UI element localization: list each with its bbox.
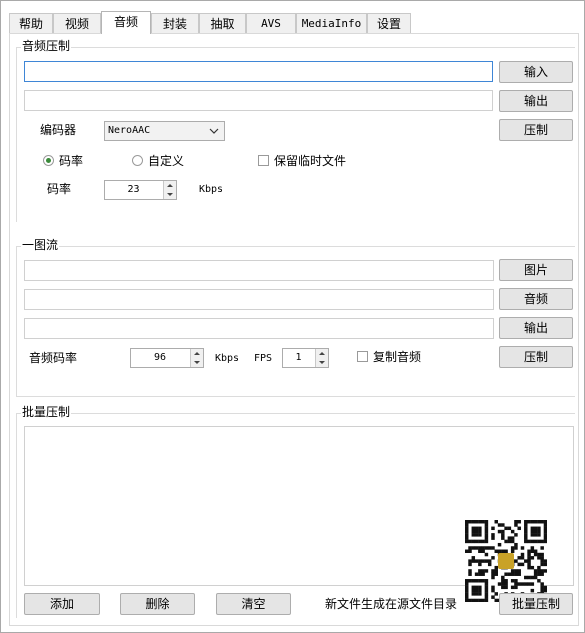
tab-avs[interactable]: AVS — [246, 13, 296, 33]
tab-audio[interactable]: 音频 — [101, 11, 151, 34]
group-border-left — [16, 47, 17, 222]
tab-settings[interactable]: 设置 — [367, 13, 411, 33]
tab-video[interactable]: 视频 — [53, 13, 101, 33]
copy-audio-label: 复制音频 — [373, 350, 422, 364]
spin-up-icon[interactable] — [315, 349, 328, 358]
bitrate-radio[interactable] — [43, 155, 54, 166]
bitrate-radio-label: 码率 — [59, 154, 84, 168]
group-border-top — [16, 47, 575, 48]
image-button[interactable]: 图片 — [499, 259, 573, 281]
group-border-top — [16, 413, 575, 414]
output-button[interactable]: 输出 — [499, 90, 573, 112]
audio-bitrate-value: 96 — [153, 352, 167, 363]
add-button[interactable]: 添加 — [24, 593, 100, 615]
spin-down-icon[interactable] — [163, 190, 176, 199]
audio-bitrate-unit: Kbps — [215, 353, 240, 364]
input-button[interactable]: 输入 — [499, 61, 573, 83]
output-button[interactable]: 输出 — [499, 317, 573, 339]
bitrate-value: 23 — [127, 184, 140, 195]
fps-value: 1 — [295, 352, 302, 363]
audio-button[interactable]: 音频 — [499, 288, 573, 310]
spin-down-icon[interactable] — [190, 358, 203, 367]
qr-code-icon — [465, 520, 548, 603]
output-path-field[interactable] — [24, 318, 494, 339]
group-title-audio-compress: 音频压制 — [21, 39, 72, 53]
encoder-label: 编码器 — [40, 123, 77, 137]
chevron-down-icon — [209, 128, 219, 134]
custom-radio-label: 自定义 — [148, 154, 185, 168]
audio-output-field[interactable] — [24, 90, 493, 111]
tab-bar: 帮助 视频 音频 封装 抽取 AVS MediaInfo 设置 — [9, 11, 579, 34]
tab-mux[interactable]: 封装 — [151, 13, 199, 33]
keep-temp-label: 保留临时文件 — [274, 154, 347, 168]
one-image-compress-button[interactable]: 压制 — [499, 346, 573, 368]
audio-bitrate-spinner[interactable]: 96 — [130, 348, 204, 368]
group-title-batch: 批量压制 — [21, 405, 72, 419]
audio-bitrate-label: 音频码率 — [29, 351, 78, 365]
group-border-left — [16, 246, 17, 396]
clear-button[interactable]: 清空 — [216, 593, 291, 615]
copy-audio-checkbox[interactable] — [357, 351, 368, 362]
bitrate-unit: Kbps — [199, 184, 224, 195]
audio-input-field[interactable] — [24, 61, 493, 82]
custom-radio[interactable] — [132, 155, 143, 166]
audio-path-field[interactable] — [24, 289, 494, 310]
spin-up-icon[interactable] — [163, 181, 176, 190]
group-title-one-image: 一图流 — [21, 238, 60, 252]
group-border-left — [16, 413, 17, 618]
encoder-select[interactable]: NeroAAC — [104, 121, 225, 141]
tab-extract[interactable]: 抽取 — [199, 13, 246, 33]
fps-spinner[interactable]: 1 — [282, 348, 329, 368]
tab-help[interactable]: 帮助 — [9, 13, 53, 33]
encoder-value: NeroAAC — [108, 125, 151, 136]
batch-note: 新文件生成在源文件目录 — [325, 597, 458, 611]
fps-label: FPS — [254, 353, 273, 364]
compress-button[interactable]: 压制 — [499, 119, 573, 141]
tab-mediainfo[interactable]: MediaInfo — [296, 13, 367, 33]
keep-temp-checkbox[interactable] — [258, 155, 269, 166]
bitrate-spinner[interactable]: 23 — [104, 180, 177, 200]
qr-code-image — [465, 520, 548, 603]
delete-button[interactable]: 删除 — [120, 593, 195, 615]
spin-up-icon[interactable] — [190, 349, 203, 358]
group-border-bottom — [16, 396, 575, 397]
batch-compress-button[interactable]: 批量压制 — [499, 593, 573, 615]
bitrate-label: 码率 — [47, 182, 72, 196]
group-border-top — [16, 246, 575, 247]
spin-down-icon[interactable] — [315, 358, 328, 367]
image-path-field[interactable] — [24, 260, 494, 281]
